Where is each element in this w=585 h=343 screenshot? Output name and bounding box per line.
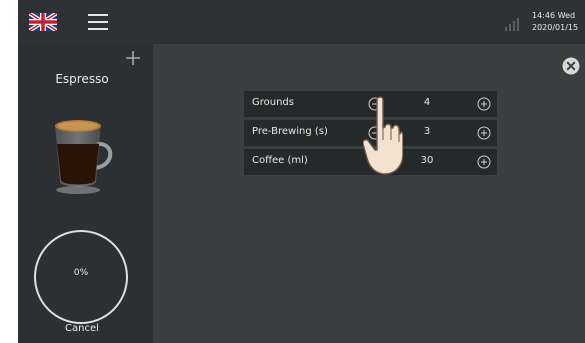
date-text: 2020/01/15 bbox=[532, 23, 579, 32]
plus-circle-icon[interactable] bbox=[477, 155, 491, 169]
close-icon[interactable] bbox=[562, 57, 580, 75]
progress-percent: 0% bbox=[73, 268, 89, 278]
setting-value: 30 bbox=[420, 155, 434, 166]
pointing-hand-icon bbox=[363, 96, 403, 175]
hamburger-menu-icon[interactable] bbox=[88, 14, 108, 30]
plus-circle-icon[interactable] bbox=[477, 97, 491, 111]
setting-label: Grounds bbox=[252, 97, 294, 108]
uk-flag-icon[interactable] bbox=[29, 13, 57, 31]
settings-panel: Grounds 4 Pre-Brewing (s) 3 Coffee (ml) … bbox=[153, 44, 585, 343]
time-text: 14:46 Wed bbox=[532, 11, 576, 20]
setting-value: 3 bbox=[423, 126, 431, 137]
progress-ring: 0% bbox=[34, 230, 128, 324]
machine-screen: 14:46 Wed 2020/01/15 Espresso 0% Cancel … bbox=[18, 0, 585, 343]
sidebar: Espresso 0% Cancel bbox=[18, 44, 153, 343]
plus-icon[interactable] bbox=[125, 50, 141, 66]
clock: 14:46 Wed 2020/01/15 bbox=[532, 10, 585, 34]
product-name: Espresso bbox=[55, 72, 109, 86]
cancel-button[interactable]: Cancel bbox=[18, 323, 146, 334]
espresso-cup-icon bbox=[55, 120, 113, 194]
setting-label: Coffee (ml) bbox=[252, 155, 308, 166]
setting-value: 4 bbox=[423, 97, 431, 108]
signal-strength-icon bbox=[505, 18, 519, 31]
setting-label: Pre-Brewing (s) bbox=[252, 126, 328, 137]
plus-circle-icon[interactable] bbox=[477, 126, 491, 140]
top-bar: 14:46 Wed 2020/01/15 bbox=[18, 0, 585, 44]
